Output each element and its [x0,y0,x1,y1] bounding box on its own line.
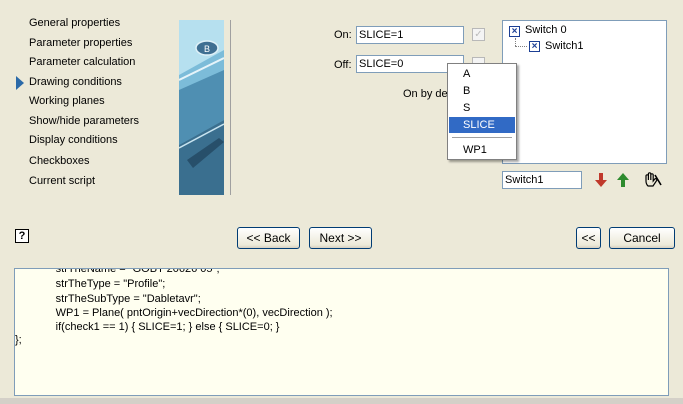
help-icon[interactable]: ? [15,229,29,243]
remove-hand-icon[interactable] [642,171,662,189]
switch-0-checkbox[interactable]: × [509,26,520,37]
tree-connector [515,38,517,46]
move-up-icon[interactable] [616,172,630,188]
switch-1-checkbox[interactable]: × [529,41,540,52]
nav-item-working-planes[interactable]: Working planes [29,95,105,107]
switch-name-input[interactable]: Switch1 [502,171,582,189]
cancel-button[interactable]: Cancel [609,227,675,249]
tree-item-switch-1[interactable]: Switch1 [545,40,584,52]
nav-item-checkboxes[interactable]: Checkboxes [29,155,90,167]
code-line: }; [15,334,22,346]
collapse-button[interactable]: << [576,227,601,249]
variable-dropdown-menu[interactable]: A B S SLICE WP1 [447,63,517,160]
window-bottom-edge [0,398,683,404]
on-by-default-label: On by de [403,88,448,100]
left-panel-divider [230,20,231,195]
code-line: strTheName = "GOBT 20626 05"; [19,268,220,275]
tree-item-switch-0[interactable]: Switch 0 [525,24,567,36]
tree-connector-horizontal [515,46,527,48]
nav-item-parameter-properties[interactable]: Parameter properties [29,37,132,49]
nav-item-parameter-calculation[interactable]: Parameter calculation [29,56,135,68]
move-down-icon[interactable] [594,172,608,188]
code-line: WP1 = Plane( pntOrigin+vecDirection*(0),… [19,307,333,319]
next-button[interactable]: Next >> [309,227,372,249]
nav-item-show-hide-parameters[interactable]: Show/hide parameters [29,115,139,127]
nav-item-general-properties[interactable]: General properties [29,17,120,29]
nav-item-current-script[interactable]: Current script [29,175,95,187]
code-line: strTheSubType = "Dabletavr"; [19,293,201,305]
dropdown-item-wp1[interactable]: WP1 [449,142,515,158]
selected-nav-indicator [16,76,24,90]
nav-item-drawing-conditions[interactable]: Drawing conditions [29,76,122,88]
switch-tree[interactable]: × Switch 0 × Switch1 [502,20,667,164]
on-label: On: [334,29,352,41]
code-line: if(check1 == 1) { SLICE=1; } else { SLIC… [19,321,280,333]
svg-text:B: B [204,44,210,54]
dropdown-separator [452,137,512,138]
dropdown-item-slice[interactable]: SLICE [449,117,515,133]
dropdown-item-b[interactable]: B [449,83,515,99]
code-line: strTheType = "Profile"; [19,278,166,290]
dropdown-item-s[interactable]: S [449,100,515,116]
dropdown-item-a[interactable]: A [449,66,515,82]
wizard-side-image: B [179,20,224,195]
off-label: Off: [334,59,352,71]
on-condition-checkbox[interactable]: ✓ [472,28,485,41]
nav-item-display-conditions[interactable]: Display conditions [29,134,118,146]
script-editor[interactable]: strTheName = "GOBT 20626 05"; strTheType… [14,268,669,396]
on-condition-input[interactable]: SLICE=1 [356,26,464,44]
back-button[interactable]: << Back [237,227,300,249]
